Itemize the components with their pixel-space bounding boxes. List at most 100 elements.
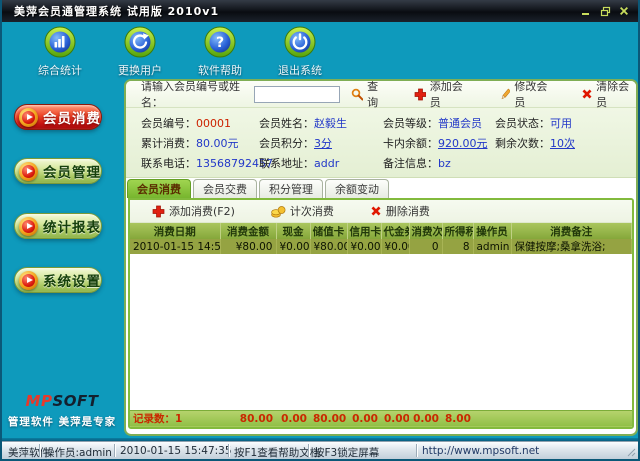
mpsoft-logo: MPSOFT [2, 392, 122, 410]
app-window: 美萍会员通管理系统 试用版 2010v1 综合统计 更换用户 ? 软件帮助 退出… [0, 0, 640, 461]
table-header-row: 消费日期 消费金额 现金 储值卡 信用卡 代金券 消费次数 所得积分 操作员 消… [130, 223, 632, 239]
delete-consume-label: 删除消费 [385, 205, 430, 218]
play-badge-icon [19, 161, 38, 181]
member-search-input[interactable] [254, 85, 341, 103]
resize-grip[interactable] [627, 448, 636, 457]
cell-points-earned: 8 [442, 239, 474, 254]
sum-credit-card: 0.00 [347, 409, 381, 427]
sidebar-item-stats-report[interactable]: 统计报表 [14, 213, 102, 239]
member-points-label: 会员积分： [259, 137, 314, 150]
col-consume-note[interactable]: 消费备注 [511, 223, 632, 239]
card-balance-field: 卡内余额：920.00元 [383, 135, 495, 155]
card-balance-label: 卡内余额： [383, 137, 438, 150]
col-points-earned[interactable]: 所得积分 [442, 223, 474, 239]
cell-credit-card: ¥0.00 [347, 239, 382, 254]
switch-user-button[interactable]: 更换用户 [100, 25, 180, 78]
restore-icon [600, 6, 610, 16]
col-voucher[interactable]: 代金券 [381, 223, 410, 239]
query-button[interactable]: 查询 [351, 81, 387, 110]
sidebar-item-label: 统计报表 [43, 220, 101, 236]
count-consume-button[interactable]: 计次消费 [271, 203, 334, 219]
consume-toolbar: 添加消费(F2) 计次消费 删除消费 [130, 200, 632, 223]
sum-consume-amount: 80.00 [220, 409, 276, 427]
status-url[interactable]: http://www.mpsoft.net [422, 445, 539, 457]
tab-member-payment[interactable]: 会员交费 [193, 179, 257, 198]
sidebar-item-label: 会员消费 [43, 111, 101, 127]
close-button[interactable] [618, 5, 630, 17]
cell-consume-note: 保健按摩;桑拿洗浴; [511, 239, 632, 254]
edit-member-label: 修改会员 [514, 80, 548, 109]
tab-points-manage[interactable]: 积分管理 [259, 179, 323, 198]
window-controls [580, 5, 630, 17]
tab-balance-change[interactable]: 余额变动 [325, 179, 389, 198]
member-id-label: 会员编号： [141, 117, 196, 130]
delete-cross-icon [371, 206, 381, 216]
record-count-value: 1 [175, 413, 183, 426]
sidebar-item-system-settings[interactable]: 系统设置 [14, 267, 102, 293]
help-icon: ? [204, 26, 236, 58]
stats-button[interactable]: 综合统计 [20, 25, 100, 78]
sidebar-item-member-manage[interactable]: 会员管理 [14, 158, 102, 184]
member-name-value: 赵毅生 [314, 117, 347, 130]
sum-stored-card: 80.00 [310, 409, 347, 427]
col-cash[interactable]: 现金 [276, 223, 311, 239]
play-badge-icon [19, 107, 38, 127]
address-field: 联系地址：addr [259, 155, 383, 175]
switch-user-icon [124, 26, 156, 58]
address-label: 联系地址： [259, 157, 314, 170]
clear-member-button[interactable]: 清除会员 [581, 80, 636, 110]
member-points-field: 会员积分：3分 [259, 135, 383, 155]
col-stored-card[interactable]: 储值卡 [310, 223, 348, 239]
minimize-icon [582, 13, 589, 15]
member-level-value: 普通会员 [438, 117, 482, 130]
summary-row: 记录数：1 80.00 0.00 80.00 0.00 0.00 0.00 8.… [130, 409, 632, 427]
member-id-value: 00001 [196, 117, 231, 130]
search-icon [352, 88, 364, 100]
note-value: bz [438, 157, 451, 170]
search-label: 请输入会员编号或姓名： [141, 80, 240, 109]
member-info-panel: 会员编号：00001 会员姓名：赵毅生 会员等级：普通会员 会员状态：可用 累计… [126, 108, 636, 178]
add-member-button[interactable]: 添加会员 [414, 81, 470, 110]
col-consume-date[interactable]: 消费日期 [130, 223, 221, 239]
col-operator[interactable]: 操作员 [473, 223, 512, 239]
note-label: 备注信息： [383, 157, 438, 170]
exit-button[interactable]: 退出系统 [260, 25, 340, 78]
coins-icon [271, 205, 286, 218]
record-count-label: 记录数： [133, 413, 175, 426]
clear-member-label: 清除会员 [596, 80, 630, 109]
restore-button[interactable] [599, 5, 611, 17]
sidebar-item-label: 会员管理 [43, 165, 101, 181]
member-id-field: 会员编号：00001 [141, 115, 259, 135]
total-consume-field: 累计消费：80.00元 [141, 135, 259, 155]
cell-consume-date: 2010-01-15 14:59:59 [130, 239, 221, 254]
consume-table: 消费日期 消费金额 现金 储值卡 信用卡 代金券 消费次数 所得积分 操作员 消… [130, 223, 632, 254]
tab-member-consume[interactable]: 会员消费 [127, 179, 191, 198]
minimize-button[interactable] [580, 5, 592, 17]
stats-label: 综合统计 [38, 64, 82, 77]
sum-voucher: 0.00 [381, 409, 409, 427]
add-consume-button[interactable]: 添加消费(F2) [152, 203, 235, 219]
status-separator [308, 444, 309, 457]
edit-member-button[interactable]: 修改会员 [499, 80, 555, 110]
sidebar-item-member-consume[interactable]: 会员消费 [14, 104, 102, 130]
col-consume-times[interactable]: 消费次数 [409, 223, 443, 239]
note-field: 备注信息：bz [383, 155, 495, 175]
member-level-field: 会员等级：普通会员 [383, 115, 495, 135]
member-search-bar: 请输入会员编号或姓名： 查询 添加会员 修改会员 清除会员 [126, 80, 636, 110]
member-points-link[interactable]: 3分 [314, 137, 332, 150]
summary-bar: 记录数：1 80.00 0.00 80.00 0.00 0.00 0.00 8.… [130, 409, 632, 427]
col-credit-card[interactable]: 信用卡 [347, 223, 382, 239]
col-consume-amount[interactable]: 消费金额 [220, 223, 277, 239]
total-consume-value: 80.00元 [196, 137, 239, 150]
status-separator [416, 444, 417, 457]
member-status-value: 可用 [550, 117, 572, 130]
help-button[interactable]: ? 软件帮助 [180, 25, 260, 78]
play-badge-icon [19, 270, 38, 290]
status-bar: 美萍软件 操作员:admin 2010-01-15 15:47:35 按F1查看… [2, 441, 638, 459]
table-row[interactable]: 2010-01-15 14:59:59 ¥80.00 ¥0.00 ¥80.00 … [130, 239, 632, 254]
play-badge-icon [19, 216, 38, 236]
remaining-times-link[interactable]: 10次 [550, 137, 575, 150]
card-balance-link[interactable]: 920.00元 [438, 137, 488, 150]
top-toolbar: 综合统计 更换用户 ? 软件帮助 退出系统 [20, 25, 340, 78]
delete-consume-button[interactable]: 删除消费 [370, 203, 430, 219]
